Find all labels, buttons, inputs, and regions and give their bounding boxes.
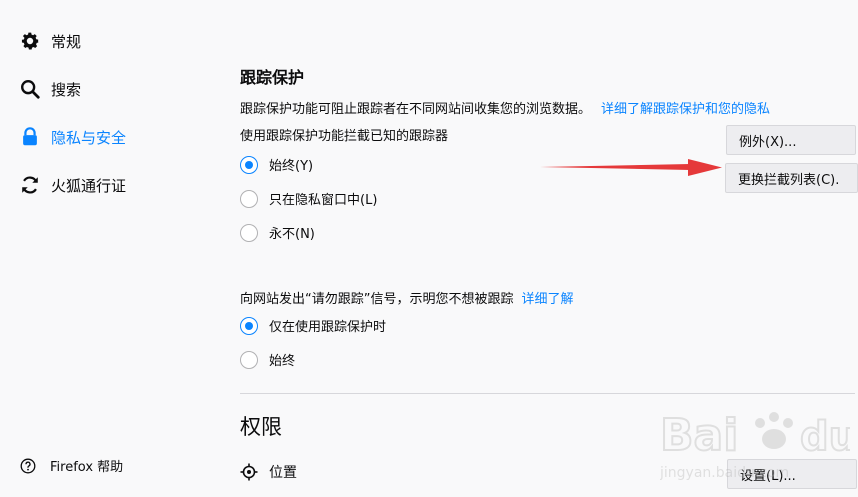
sidebar-item-general[interactable]: 常规 <box>18 27 81 55</box>
tracking-option-always[interactable]: 始终(Y) <box>240 155 313 174</box>
svg-text:Bai: Bai <box>660 410 738 461</box>
radio-label: 始终 <box>269 354 296 369</box>
tracking-option-never[interactable]: 永不(N) <box>240 223 315 242</box>
location-label: 位置 <box>269 465 297 481</box>
help-icon <box>20 458 36 474</box>
permission-location-row: 位置 <box>240 462 297 482</box>
location-icon <box>240 463 258 481</box>
do-not-track-text: 向网站发出“请勿跟踪”信号，示明您不想被跟踪 <box>240 292 514 307</box>
radio-label: 永不(N) <box>269 227 315 242</box>
permissions-title: 权限 <box>240 415 282 439</box>
sync-icon <box>18 173 42 197</box>
sidebar: 常规 搜索 隐私与安全 火狐通行证 Firefox 帮助 <box>0 0 200 497</box>
sidebar-item-label: 火狐通行证 <box>51 176 127 195</box>
sidebar-item-label: 搜索 <box>51 80 82 99</box>
do-not-track-row: 向网站发出“请勿跟踪”信号，示明您不想被跟踪 详细了解 <box>240 288 574 307</box>
dnt-option-always[interactable]: 始终 <box>240 350 295 369</box>
search-icon <box>18 77 42 101</box>
radio-label: 始终(Y) <box>269 159 314 174</box>
sidebar-item-label: 常规 <box>51 32 82 51</box>
gear-icon <box>18 29 42 53</box>
section-divider <box>240 393 855 394</box>
svg-text:jingyan.baidu.com: jingyan.baidu.com <box>660 465 789 481</box>
tracking-option-private-only[interactable]: 只在隐私窗口中(L) <box>240 189 377 208</box>
radio-button[interactable] <box>240 189 258 208</box>
svg-text:du: du <box>800 414 850 460</box>
radio-button[interactable] <box>240 223 258 242</box>
tracking-learn-more-link[interactable]: 详细了解跟踪保护和您的隐私 <box>601 102 770 117</box>
tracking-subheading: 使用跟踪保护功能拦截已知的跟踪器 <box>240 129 449 144</box>
help-label: Firefox 帮助 <box>50 460 124 475</box>
radio-button[interactable] <box>240 350 258 369</box>
dnt-option-tracking-only[interactable]: 仅在使用跟踪保护时 <box>240 316 386 335</box>
sidebar-item-privacy[interactable]: 隐私与安全 <box>18 123 126 151</box>
change-block-list-button[interactable]: 更换拦截列表(C). <box>725 163 858 193</box>
sidebar-item-label: 隐私与安全 <box>51 128 127 147</box>
radio-label: 仅在使用跟踪保护时 <box>269 320 387 335</box>
sidebar-item-sync[interactable]: 火狐通行证 <box>18 171 126 199</box>
lock-icon <box>18 125 42 149</box>
exceptions-button[interactable]: 例外(X)... <box>726 125 856 155</box>
radio-button-checked[interactable] <box>240 316 258 335</box>
tracking-description-text: 跟踪保护功能可阻止跟踪者在不同网站间收集您的浏览数据。 <box>240 102 592 117</box>
radio-button-checked[interactable] <box>240 155 258 174</box>
radio-label: 只在隐私窗口中(L) <box>269 193 378 208</box>
firefox-help-link[interactable]: Firefox 帮助 <box>20 456 123 475</box>
baidu-watermark-logo: Bai du jingyan.baidu.com <box>660 409 850 481</box>
tracking-protection-title: 跟踪保护 <box>240 68 305 87</box>
tracking-description: 跟踪保护功能可阻止跟踪者在不同网站间收集您的浏览数据。 详细了解跟踪保护和您的隐私 <box>240 98 770 117</box>
sidebar-item-search[interactable]: 搜索 <box>18 75 81 103</box>
annotation-arrow-icon <box>540 159 722 176</box>
dnt-learn-more-link[interactable]: 详细了解 <box>521 292 573 307</box>
